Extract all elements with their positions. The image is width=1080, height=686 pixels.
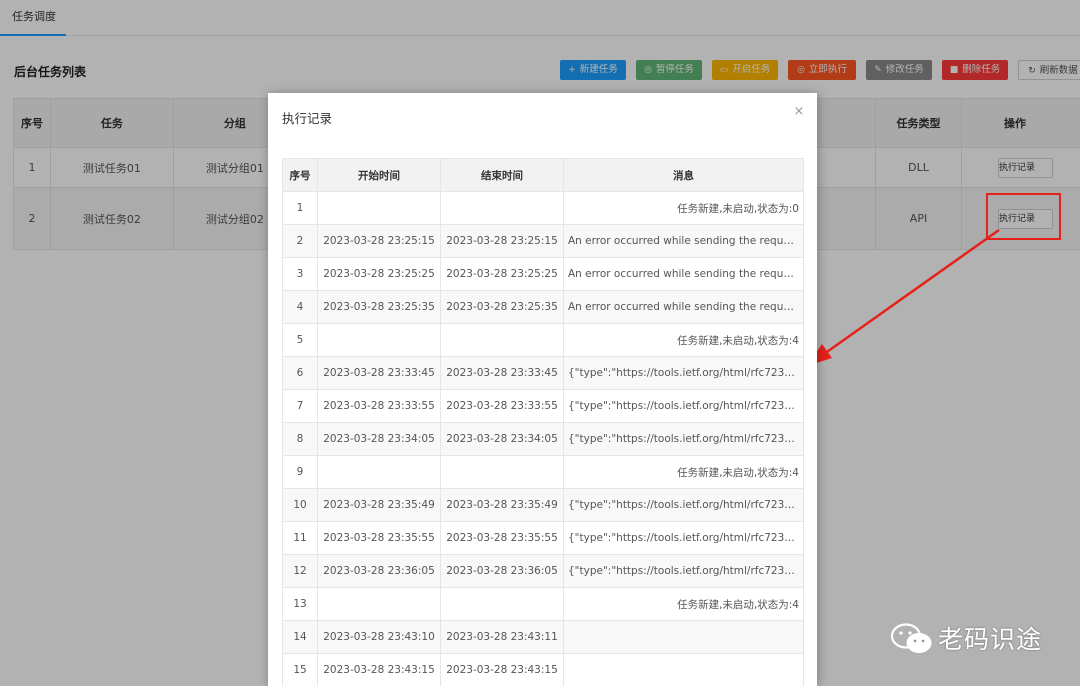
table-row: 3 2023-03-28 23:25:25 2023-03-28 23:25:25 A… [282, 257, 804, 291]
wechat-icon [890, 623, 932, 653]
row-message: {"type":"https://tools.ietf.org/html/rfc… [563, 389, 804, 423]
row-index: 2 [282, 224, 318, 258]
row-index: 15 [282, 653, 318, 686]
row-message: An error occurred while sending the requ… [563, 290, 804, 324]
row-start-time: 2023-03-28 23:33:55 [317, 389, 441, 423]
row-start-time: 2023-03-28 23:33:45 [317, 356, 441, 390]
col-header-index: 序号 [282, 158, 318, 192]
row-message: {"type":"https://tools.ietf.org/html/rfc… [563, 554, 804, 588]
row-index: 10 [282, 488, 318, 522]
row-index: 6 [282, 356, 318, 390]
row-start-time [317, 191, 441, 225]
row-message: {"type":"https://tools.ietf.org/html/rfc… [563, 356, 804, 390]
row-start-time: 2023-03-28 23:34:05 [317, 422, 441, 456]
row-index: 8 [282, 422, 318, 456]
row-end-time [440, 587, 564, 621]
row-start-time: 2023-03-28 23:43:15 [317, 653, 441, 686]
table-row: 15 2023-03-28 23:43:15 2023-03-28 23:43:15 [282, 653, 804, 686]
row-index: 5 [282, 323, 318, 357]
row-start-time: 2023-03-28 23:36:05 [317, 554, 441, 588]
row-index: 4 [282, 290, 318, 324]
row-start-time: 2023-03-28 23:25:35 [317, 290, 441, 324]
row-end-time: 2023-03-28 23:34:05 [440, 422, 564, 456]
table-row: 5 任务新建,未启动,状态为:4 [282, 323, 804, 357]
watermark-text: 老码识途 [938, 625, 1043, 654]
row-message [563, 620, 804, 654]
row-end-time: 2023-03-28 23:35:55 [440, 521, 564, 555]
row-index: 1 [282, 191, 318, 225]
row-start-time: 2023-03-28 23:35:49 [317, 488, 441, 522]
row-index: 11 [282, 521, 318, 555]
row-message: An error occurred while sending the requ… [563, 224, 804, 258]
row-end-time [440, 323, 564, 357]
row-index: 7 [282, 389, 318, 423]
row-message: 任务新建,未启动,状态为:0 [563, 191, 804, 225]
row-end-time: 2023-03-28 23:25:35 [440, 290, 564, 324]
row-end-time: 2023-03-28 23:33:55 [440, 389, 564, 423]
col-header-message: 消息 [563, 158, 804, 192]
table-row: 10 2023-03-28 23:35:49 2023-03-28 23:35:49… [282, 488, 804, 522]
row-start-time [317, 587, 441, 621]
table-row: 14 2023-03-28 23:43:10 2023-03-28 23:43:11 [282, 620, 804, 654]
row-index: 13 [282, 587, 318, 621]
row-end-time: 2023-03-28 23:43:15 [440, 653, 564, 686]
table-row: 8 2023-03-28 23:34:05 2023-03-28 23:34:05{… [282, 422, 804, 456]
row-start-time: 2023-03-28 23:25:15 [317, 224, 441, 258]
row-start-time: 2023-03-28 23:35:55 [317, 521, 441, 555]
row-start-time [317, 323, 441, 357]
dialog-title: 执行记录 [282, 111, 333, 126]
row-start-time: 2023-03-28 23:43:10 [317, 620, 441, 654]
row-index: 9 [282, 455, 318, 489]
watermark: 老码识途 [890, 618, 1060, 658]
annotation-highlight-box [986, 193, 1061, 240]
close-icon[interactable]: × [792, 105, 806, 119]
row-end-time: 2023-03-28 23:36:05 [440, 554, 564, 588]
row-index: 12 [282, 554, 318, 588]
table-row: 2 2023-03-28 23:25:15 2023-03-28 23:25:15 A… [282, 224, 804, 258]
execution-record-dialog: 执行记录 × 序号 开始时间 结束时间 消息 1 任务新建,未启动,状态为:0 2 2… [268, 93, 817, 686]
table-row: 7 2023-03-28 23:33:55 2023-03-28 23:33:55{… [282, 389, 804, 423]
row-message: 任务新建,未启动,状态为:4 [563, 323, 804, 357]
row-message: 任务新建,未启动,状态为:4 [563, 455, 804, 489]
row-start-time: 2023-03-28 23:25:25 [317, 257, 441, 291]
row-end-time: 2023-03-28 23:25:25 [440, 257, 564, 291]
execution-record-table: 序号 开始时间 结束时间 消息 1 任务新建,未启动,状态为:0 2 2023-03-… [282, 158, 804, 686]
row-end-time: 2023-03-28 23:43:11 [440, 620, 564, 654]
row-message: 任务新建,未启动,状态为:4 [563, 587, 804, 621]
table-row: 9 任务新建,未启动,状态为:4 [282, 455, 804, 489]
row-message: {"type":"https://tools.ietf.org/html/rfc… [563, 488, 804, 522]
table-row: 11 2023-03-28 23:35:55 2023-03-28 23:35:55… [282, 521, 804, 555]
row-end-time [440, 191, 564, 225]
row-message [563, 653, 804, 686]
table-row: 6 2023-03-28 23:33:45 2023-03-28 23:33:45{… [282, 356, 804, 390]
row-message: {"type":"https://tools.ietf.org/html/rfc… [563, 422, 804, 456]
row-end-time: 2023-03-28 23:35:49 [440, 488, 564, 522]
row-end-time: 2023-03-28 23:25:15 [440, 224, 564, 258]
table-row: 4 2023-03-28 23:25:35 2023-03-28 23:25:35 A… [282, 290, 804, 324]
col-header-start-time: 开始时间 [317, 158, 441, 192]
row-end-time: 2023-03-28 23:33:45 [440, 356, 564, 390]
row-start-time [317, 455, 441, 489]
table-row: 13 任务新建,未启动,状态为:4 [282, 587, 804, 621]
row-index: 14 [282, 620, 318, 654]
col-header-end-time: 结束时间 [440, 158, 564, 192]
row-message: {"type":"https://tools.ietf.org/html/rfc… [563, 521, 804, 555]
row-end-time [440, 455, 564, 489]
table-row: 1 任务新建,未启动,状态为:0 [282, 191, 804, 225]
row-message: An error occurred while sending the requ… [563, 257, 804, 291]
row-index: 3 [282, 257, 318, 291]
table-row: 12 2023-03-28 23:36:05 2023-03-28 23:36:05… [282, 554, 804, 588]
